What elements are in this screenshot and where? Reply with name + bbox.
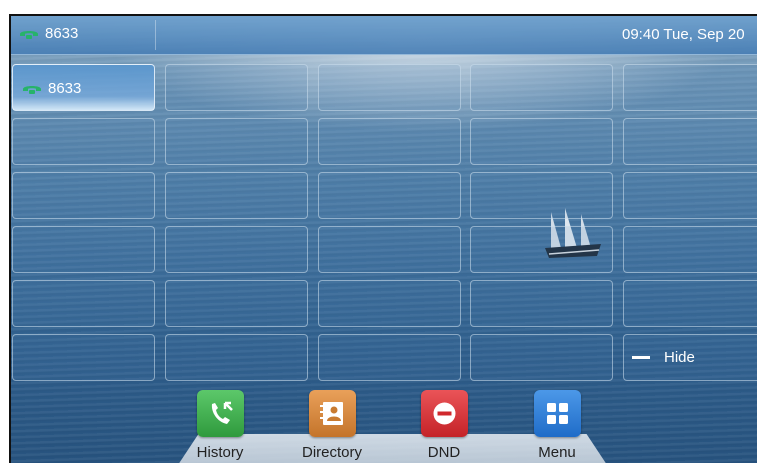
line-key[interactable] <box>12 118 155 165</box>
dnd-softkey[interactable]: DND <box>389 390 499 461</box>
line-key[interactable] <box>623 118 757 165</box>
line-key[interactable] <box>623 172 757 219</box>
history-label: History <box>196 444 244 461</box>
line-key[interactable] <box>470 334 613 381</box>
line-key[interactable] <box>318 280 461 327</box>
line-key[interactable] <box>165 334 308 381</box>
history-icon <box>196 390 244 437</box>
dnd-label: DND <box>427 444 461 461</box>
minus-icon <box>632 356 650 359</box>
line-key-label: 8633 <box>48 80 82 97</box>
hide-key[interactable]: Hide <box>623 334 757 381</box>
status-separator <box>155 20 156 50</box>
phone-icon <box>20 30 38 39</box>
line-key[interactable] <box>470 118 613 165</box>
line-key[interactable] <box>165 280 308 327</box>
history-softkey[interactable]: History <box>165 390 275 461</box>
menu-label: Menu <box>538 444 576 461</box>
line-key[interactable] <box>165 118 308 165</box>
directory-icon <box>308 390 356 437</box>
line-key[interactable] <box>623 64 757 111</box>
line-key[interactable] <box>623 280 757 327</box>
phone-screen: 8633 09:40 Tue, Sep 20 8633 Hide History… <box>9 14 757 463</box>
line-key[interactable] <box>12 172 155 219</box>
line-key[interactable] <box>318 118 461 165</box>
line-key[interactable] <box>165 172 308 219</box>
date-time: 09:40 Tue, Sep 20 <box>622 26 745 43</box>
line-key[interactable] <box>318 64 461 111</box>
line-key[interactable] <box>12 334 155 381</box>
line-key[interactable] <box>470 226 613 273</box>
menu-icon <box>533 390 581 437</box>
line-key[interactable] <box>165 64 308 111</box>
line-key[interactable] <box>623 226 757 273</box>
line-key[interactable] <box>165 226 308 273</box>
status-bar: 8633 09:40 Tue, Sep 20 <box>11 16 757 55</box>
directory-softkey[interactable]: Directory <box>277 390 387 461</box>
directory-label: Directory <box>301 444 362 461</box>
account-indicator: 8633 <box>19 25 78 42</box>
menu-softkey[interactable]: Menu <box>502 390 612 461</box>
account-number: 8633 <box>45 25 79 42</box>
line-key[interactable] <box>318 172 461 219</box>
line-key[interactable] <box>470 280 613 327</box>
line-key[interactable] <box>12 280 155 327</box>
line-key[interactable] <box>12 226 155 273</box>
phone-icon <box>23 85 41 94</box>
hide-label: Hide <box>664 349 695 366</box>
line-key[interactable] <box>470 64 613 111</box>
line-key[interactable] <box>318 334 461 381</box>
dnd-icon <box>420 390 468 437</box>
line-key-8633[interactable]: 8633 <box>12 64 155 111</box>
line-key[interactable] <box>470 172 613 219</box>
line-key[interactable] <box>318 226 461 273</box>
